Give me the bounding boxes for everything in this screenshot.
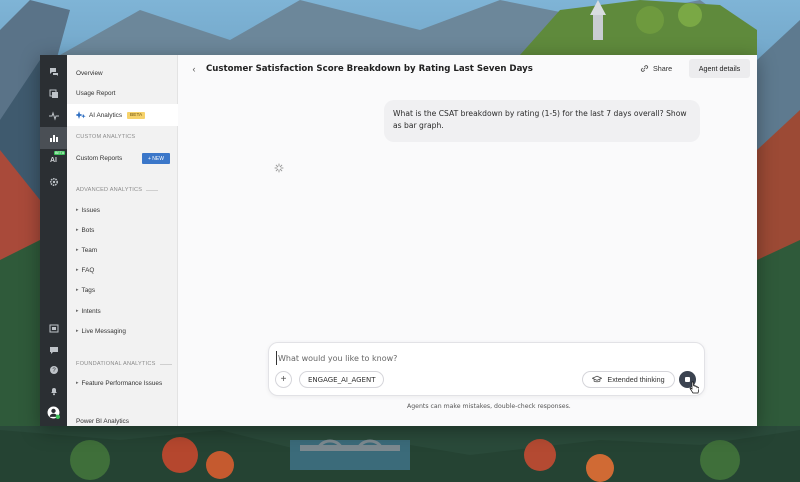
- caret-right-icon: ▸: [76, 287, 79, 293]
- sidebar-item-label: FAQ: [81, 266, 95, 274]
- sidebar-item-label: Feature Performance Issues: [81, 379, 163, 387]
- caret-right-icon: ▸: [76, 380, 79, 386]
- caret-right-icon: ▸: [76, 247, 79, 253]
- new-report-button[interactable]: + NEW: [142, 153, 170, 164]
- sidebar-item-bots[interactable]: ▸ Bots: [76, 223, 94, 237]
- sidebar-item-faq[interactable]: ▸ FAQ: [76, 263, 94, 277]
- section-label: ADVANCED ANALYTICS: [76, 187, 143, 193]
- message-composer: + ENGAGE_AI_AGENT Extended thinking: [268, 342, 705, 396]
- sidebar-item-label: Intents: [81, 307, 101, 315]
- sidebar-item-usage-report[interactable]: Usage Report: [76, 86, 115, 100]
- sidebar-item-live-messaging[interactable]: ▸ Live Messaging: [76, 324, 126, 338]
- agent-selector-chip[interactable]: ENGAGE_AI_AGENT: [299, 371, 385, 388]
- sidebar-item-label: Team: [81, 246, 98, 254]
- share-label: Share: [653, 64, 673, 73]
- page-title: Customer Satisfaction Score Breakdown by…: [206, 64, 533, 74]
- chat-icon[interactable]: [40, 61, 67, 83]
- activity-icon[interactable]: [40, 105, 67, 127]
- caret-right-icon: ▸: [76, 267, 79, 273]
- sidebar-item-label: Usage Report: [76, 89, 116, 97]
- chat-panel: ‹ Customer Satisfaction Score Breakdown …: [178, 55, 757, 426]
- sidebar-item-overview[interactable]: Overview: [76, 66, 103, 80]
- caret-right-icon: ▸: [76, 227, 79, 233]
- sidebar-item-tags[interactable]: ▸ Tags: [76, 283, 95, 297]
- section-advanced-analytics: ADVANCED ANALYTICS: [76, 187, 159, 193]
- caret-right-icon: ▸: [76, 207, 79, 213]
- ai-sparkle-icon: [76, 111, 86, 119]
- extended-thinking-toggle[interactable]: Extended thinking: [582, 371, 675, 388]
- inbox-icon[interactable]: [40, 83, 67, 105]
- bell-icon[interactable]: [40, 380, 67, 402]
- add-attachment-button[interactable]: +: [275, 371, 292, 388]
- section-label: FOUNDATIONAL ANALYTICS: [76, 361, 156, 367]
- ai-icon[interactable]: AI BETA: [40, 149, 67, 171]
- disclaimer-text: Agents can make mistakes, double-check r…: [407, 403, 571, 410]
- calendar-icon[interactable]: [40, 317, 67, 339]
- ai-label: AI: [50, 156, 57, 164]
- sidebar-item-label: Custom Reports: [76, 154, 123, 162]
- sidebar-item-label: Tags: [81, 286, 96, 294]
- sidebar-item-label: Live Messaging: [81, 327, 126, 335]
- sidebar-item-ai-analytics[interactable]: AI Analytics BETA: [76, 108, 146, 122]
- hand-pointer-icon: [689, 381, 699, 394]
- sidebar-item-feature-performance-issues[interactable]: ▸ Feature Performance Issues: [76, 376, 162, 390]
- help-icon[interactable]: ?: [40, 359, 67, 381]
- app-window: AI BETA ? Overview Usage Report AI Analy…: [40, 55, 757, 426]
- message-input[interactable]: [276, 351, 576, 365]
- caret-right-icon: ▸: [76, 308, 79, 314]
- sidebar-item-label: Bots: [81, 226, 95, 234]
- chat-header: ‹ Customer Satisfaction Score Breakdown …: [178, 55, 757, 83]
- extended-thinking-label: Extended thinking: [607, 375, 665, 384]
- section-label: CUSTOM ANALYTICS: [76, 134, 136, 140]
- settings-icon[interactable]: [40, 171, 67, 193]
- ai-beta-badge: BETA: [54, 151, 66, 155]
- icon-rail: AI BETA ?: [40, 55, 67, 426]
- caret-right-icon: ▸: [76, 328, 79, 334]
- beta-badge: BETA: [127, 111, 146, 119]
- loading-spinner-icon: [274, 163, 284, 173]
- sidebar-item-power-bi[interactable]: Power BI Analytics: [76, 414, 129, 426]
- sidebar-item-custom-reports[interactable]: Custom Reports: [76, 151, 122, 165]
- sidebar-item-label: Issues: [81, 206, 100, 214]
- user-message: What is the CSAT breakdown by rating (1-…: [384, 100, 700, 142]
- sidebar-item-team[interactable]: ▸ Team: [76, 243, 97, 257]
- avatar[interactable]: [40, 401, 67, 423]
- sidebar-item-label: Overview: [76, 69, 103, 77]
- sidebar-item-issues[interactable]: ▸ Issues: [76, 203, 100, 217]
- analytics-sidebar: Overview Usage Report AI Analytics BETA …: [67, 55, 178, 426]
- sidebar-item-label: AI Analytics: [89, 111, 123, 119]
- agent-details-button[interactable]: Agent details: [689, 59, 750, 78]
- share-button[interactable]: Share: [640, 62, 672, 75]
- sidebar-item-label: Power BI Analytics: [76, 417, 129, 425]
- section-foundational-analytics: FOUNDATIONAL ANALYTICS: [76, 361, 172, 367]
- messages-icon[interactable]: [40, 339, 67, 361]
- section-custom-analytics: CUSTOM ANALYTICS: [76, 134, 135, 140]
- plus-icon: +: [280, 374, 287, 385]
- back-chevron-icon[interactable]: ‹: [189, 63, 199, 75]
- sidebar-item-intents[interactable]: ▸ Intents: [76, 304, 101, 318]
- link-icon: [640, 65, 649, 72]
- analytics-icon[interactable]: [40, 127, 67, 149]
- graduation-cap-icon: [592, 375, 603, 383]
